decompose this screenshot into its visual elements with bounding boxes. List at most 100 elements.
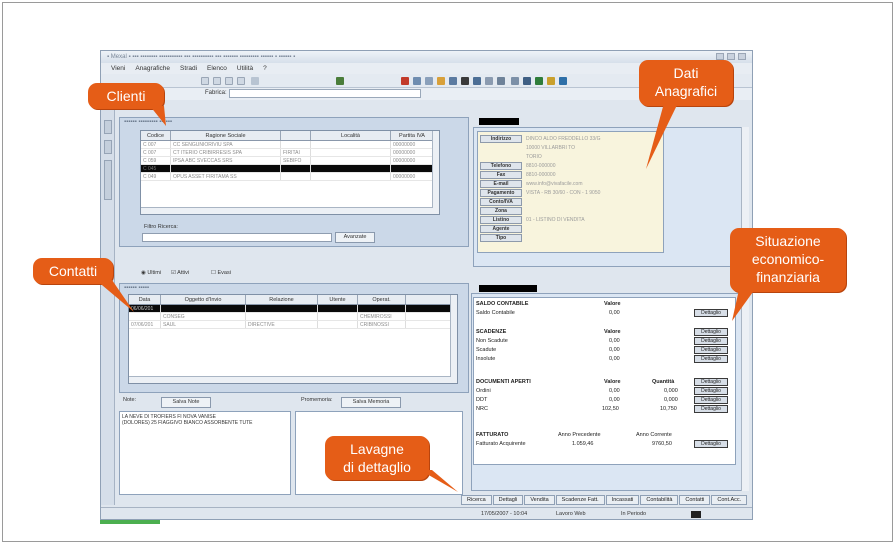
field-value: TORIO — [526, 154, 542, 160]
table-row-selected[interactable]: C 045 — [141, 165, 439, 173]
tab-dettagli[interactable]: Dettagli — [492, 495, 524, 505]
address-input[interactable] — [229, 89, 421, 98]
column-header[interactable] — [281, 131, 311, 140]
detail-button[interactable]: Dettaglio — [694, 378, 728, 386]
menu-item[interactable]: Vieni — [111, 63, 125, 74]
save-memo-button[interactable]: Salva Memoria — [341, 397, 401, 408]
toolbar-button-icon[interactable] — [535, 77, 543, 85]
clients-grid[interactable]: Codice Ragione Sociale Località Partita … — [140, 130, 440, 215]
cell — [318, 305, 358, 312]
table-row[interactable]: C 059 IPSA ABC SVECCAS SRS SEBIFO 00000000 — [141, 157, 439, 165]
menu-item[interactable]: Utilità — [237, 63, 253, 74]
table-row[interactable]: C 007 CC SENGUNIORIVIU SPA 00000000 — [141, 141, 439, 149]
filter-input[interactable] — [142, 233, 332, 242]
cell: CT ITERIO CRIBIRRESIS SPA — [171, 149, 281, 156]
tab-ricerca[interactable]: Ricerca — [461, 495, 492, 505]
toolbar-button-icon[interactable] — [449, 77, 457, 85]
cell: 00000000 — [391, 173, 434, 180]
field-value: 10000 VILLARBRI TO — [526, 145, 576, 151]
toolbar-button-icon[interactable] — [473, 77, 481, 85]
fin-row: Scadute 0,00 Dettaglio — [474, 346, 730, 354]
vertical-scrollbar[interactable] — [450, 295, 457, 383]
cell: CRIBINOSSI — [358, 321, 406, 328]
cell: 00000000 — [391, 157, 434, 164]
table-row[interactable]: C 049 OPUS ASSET FIRITAMA SS 00000000 — [141, 173, 439, 181]
vertical-scrollbar[interactable] — [432, 131, 439, 214]
tab-scadenze[interactable]: Scadenze Fatt. — [555, 495, 605, 505]
fin-cell: Scadute — [476, 347, 497, 353]
callout-dati-tail — [646, 103, 678, 169]
toolbar-button-icon[interactable] — [485, 77, 493, 85]
menu-item[interactable]: Elenco — [207, 63, 227, 74]
detail-button[interactable]: Dettaglio — [694, 440, 728, 448]
close-button[interactable] — [738, 53, 746, 60]
column-header[interactable]: Ragione Sociale — [171, 131, 281, 140]
menu-item[interactable]: Anagrafiche — [135, 63, 170, 74]
horizontal-scrollbar[interactable] — [129, 376, 451, 383]
tab-contatti[interactable]: Contatti — [679, 495, 711, 505]
column-header[interactable]: Utente — [318, 295, 358, 304]
toolbar-button-icon[interactable] — [251, 77, 259, 85]
toolbar-button-icon[interactable] — [497, 77, 505, 85]
toolbar-button-icon[interactable] — [413, 77, 421, 85]
horizontal-scrollbar[interactable] — [141, 207, 433, 214]
sidebar-tab[interactable] — [104, 120, 112, 134]
toolbar-button-icon[interactable] — [401, 77, 409, 85]
toolbar-button-icon[interactable] — [511, 77, 519, 85]
fin-cell: 1.059,46 — [572, 441, 594, 447]
table-row-selected[interactable]: 06/06/201 — [129, 305, 457, 313]
column-header[interactable]: Codice — [141, 131, 171, 140]
menu-item[interactable]: ? — [263, 63, 267, 74]
fin-row: Insolute 0,00 Dettaglio — [474, 355, 730, 363]
table-row[interactable]: C 007 CT ITERIO CRIBIRRESIS SPA FIRITAI 000… — [141, 149, 439, 157]
toolbar-button-icon[interactable] — [213, 77, 221, 85]
tab-vendita[interactable]: Vendita — [524, 495, 555, 505]
column-header[interactable]: Operat. — [358, 295, 406, 304]
fin-cell: 0,00 — [609, 397, 620, 403]
cell: FIRITAI — [281, 149, 311, 156]
contact-option-evasi[interactable]: ☐ Evasi — [211, 270, 231, 276]
detail-button[interactable]: Dettaglio — [694, 396, 728, 404]
detail-button[interactable]: Dettaglio — [694, 405, 728, 413]
toolbar-button-icon[interactable] — [425, 77, 433, 85]
toolbar-button-icon[interactable] — [201, 77, 209, 85]
detail-button[interactable]: Dettaglio — [694, 355, 728, 363]
toolbar-button-icon[interactable] — [559, 77, 567, 85]
toolbar-button-icon[interactable] — [336, 77, 344, 85]
toolbar-button-icon[interactable] — [461, 77, 469, 85]
note-textarea[interactable]: LA NEVE DI TROFIERS FI NOVA VANISE (DOLO… — [119, 411, 291, 495]
menu-item[interactable]: Stradi — [180, 63, 197, 74]
toolbar-button-icon[interactable] — [437, 77, 445, 85]
column-header[interactable]: Relazione — [246, 295, 318, 304]
toolbar-button-icon[interactable] — [523, 77, 531, 85]
contact-option-attivi[interactable]: ☑ Attivi — [171, 270, 189, 276]
detail-button[interactable]: Dettaglio — [694, 328, 728, 336]
cell: CHEMIROSSI — [358, 313, 406, 320]
toolbar-button-icon[interactable] — [547, 77, 555, 85]
detail-button[interactable]: Dettaglio — [694, 337, 728, 345]
detail-button[interactable]: Dettaglio — [694, 387, 728, 395]
minimize-button[interactable] — [716, 53, 724, 60]
promemoria-label: Promemoria: — [301, 397, 333, 403]
table-row[interactable]: CONSEG CHEMIROSSI — [129, 313, 457, 321]
column-header[interactable]: Località — [311, 131, 391, 140]
tab-incassati[interactable]: Incassati — [605, 495, 640, 505]
save-note-button[interactable]: Salva Note — [161, 397, 211, 408]
field-key: Zona — [480, 207, 522, 215]
detail-button[interactable]: Dettaglio — [694, 309, 728, 317]
sidebar-tab[interactable] — [104, 160, 112, 200]
detail-button[interactable]: Dettaglio — [694, 346, 728, 354]
sidebar-tab[interactable] — [104, 140, 112, 154]
maximize-button[interactable] — [727, 53, 735, 60]
toolbar-button-icon[interactable] — [225, 77, 233, 85]
advanced-filter-button[interactable]: Avanzate — [335, 232, 375, 243]
table-row[interactable]: 07/06/201 SAUL DIRECTIVE CRIBINOSSI — [129, 321, 457, 329]
contact-option-ultimi[interactable]: ◉ Ultimi — [141, 270, 161, 276]
column-header[interactable]: Oggetto d'Invio — [161, 295, 246, 304]
toolbar-button-icon[interactable] — [237, 77, 245, 85]
tab-cont-acc[interactable]: Cont.Acc. — [711, 495, 748, 505]
contacts-grid[interactable]: Data Oggetto d'Invio Relazione Utente Op… — [128, 294, 458, 384]
column-header[interactable]: Partita IVA — [391, 131, 434, 140]
tab-contabilita[interactable]: Contabilità — [640, 495, 679, 505]
cell — [171, 165, 281, 172]
